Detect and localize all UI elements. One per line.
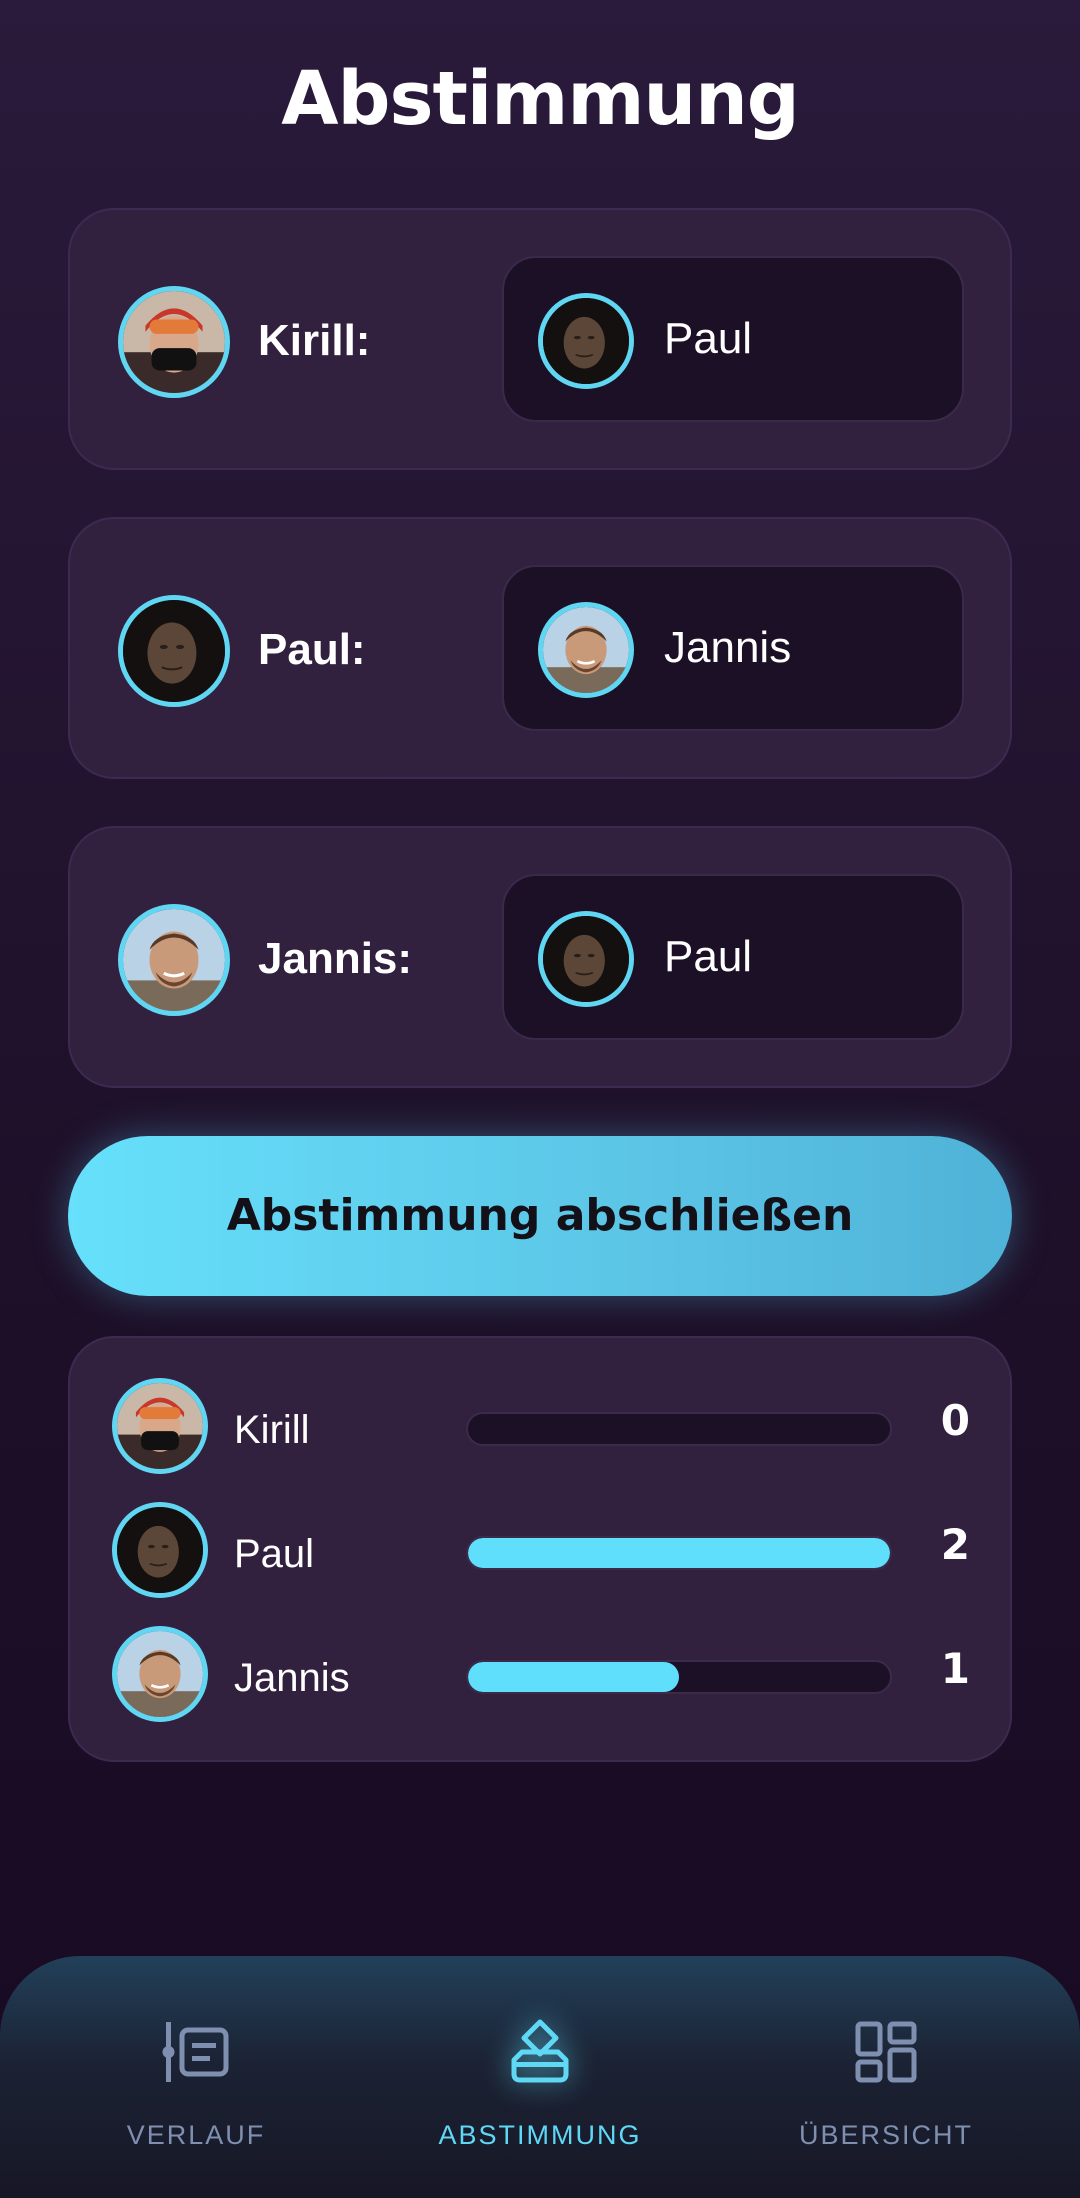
result-count: 2 — [940, 1520, 970, 1569]
vote-choice-name: Paul — [664, 314, 753, 363]
vote-choice-selector[interactable]: Jannis — [502, 565, 964, 731]
avatar-paul — [538, 293, 634, 389]
avatar-jannis — [118, 904, 230, 1016]
vote-choice-selector[interactable]: Paul — [502, 874, 964, 1040]
nav-tab-abstimmung[interactable]: ABSTIMMUNG — [410, 1956, 670, 2198]
voter-label: Jannis: — [258, 934, 413, 983]
result-row-jannis: Jannis 1 — [70, 1626, 1010, 1722]
result-name: Jannis — [234, 1656, 350, 1700]
result-count: 0 — [940, 1396, 970, 1445]
avatar-jannis — [538, 602, 634, 698]
page-title: Abstimmung — [281, 56, 800, 142]
nav-label: VERLAUF — [126, 2120, 266, 2150]
avatar-kirill — [118, 286, 230, 398]
finish-vote-button[interactable]: Abstimmung abschließen — [68, 1136, 1012, 1296]
avatar-paul — [538, 911, 634, 1007]
vote-card-paul: Paul: Jannis — [68, 517, 1012, 779]
avatar-paul — [112, 1502, 208, 1598]
voter-label: Kirill: — [258, 316, 371, 365]
result-name: Paul — [234, 1532, 315, 1576]
history-list-icon — [162, 2022, 229, 2082]
result-count: 1 — [940, 1644, 970, 1693]
nav-label: ÜBERSICHT — [798, 2120, 973, 2150]
nav-tab-verlauf[interactable]: VERLAUF — [66, 1956, 326, 2198]
result-row-kirill: Kirill 0 — [70, 1378, 1010, 1474]
vote-choice-name: Paul — [664, 932, 753, 981]
dashboard-grid-icon — [855, 2021, 917, 2083]
result-bar-track — [466, 1660, 892, 1694]
avatar-paul — [118, 595, 230, 707]
nav-label: ABSTIMMUNG — [438, 2120, 642, 2150]
result-bar-track — [466, 1536, 892, 1570]
ballot-box-icon — [511, 2019, 569, 2083]
vote-choice-selector[interactable]: Paul — [502, 256, 964, 422]
bottom-navigation: VERLAUF ABSTIMMUNG ÜBERSICHT — [0, 1956, 1080, 2198]
vote-card-jannis: Jannis: Paul — [68, 826, 1012, 1088]
result-bar-fill — [468, 1538, 890, 1568]
vote-card-kirill: Kirill: Paul — [68, 208, 1012, 470]
avatar-kirill — [112, 1378, 208, 1474]
voter-label: Paul: — [258, 625, 366, 674]
result-name: Kirill — [234, 1408, 310, 1452]
avatar-jannis — [112, 1626, 208, 1722]
vote-choice-name: Jannis — [664, 623, 792, 672]
result-row-paul: Paul 2 — [70, 1502, 1010, 1598]
result-bar-fill — [468, 1662, 679, 1692]
nav-tab-uebersicht[interactable]: ÜBERSICHT — [756, 1956, 1016, 2198]
results-card: Kirill 0 Paul 2 Jannis 1 — [68, 1336, 1012, 1762]
result-bar-track — [466, 1412, 892, 1446]
